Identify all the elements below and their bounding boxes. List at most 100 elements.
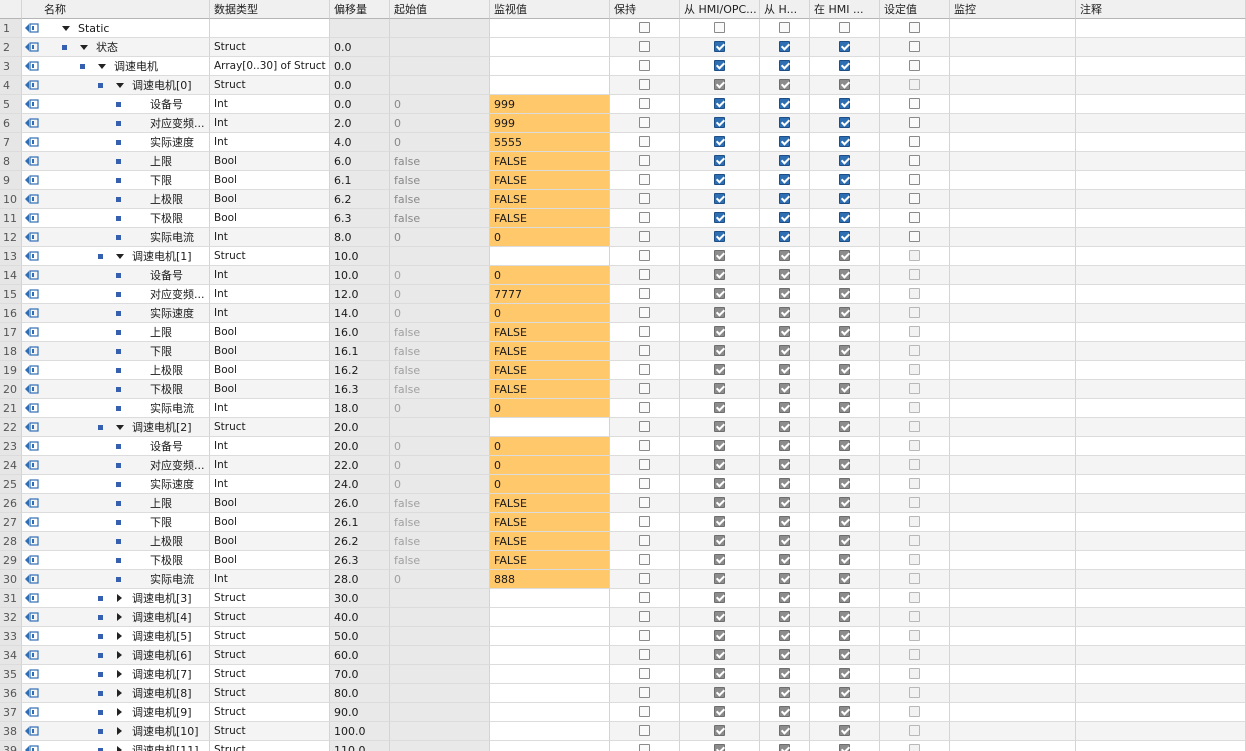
table-row[interactable]: 21 实际电流 Int 18.0 0 0 [0,399,1246,418]
start-value-cell[interactable] [390,247,490,266]
data-type-cell[interactable]: Struct [210,722,330,741]
data-type-cell[interactable]: Struct [210,589,330,608]
hmi-accessible-checkbox[interactable] [714,193,725,204]
setpoint-checkbox[interactable] [909,649,920,660]
setpoint-checkbox[interactable] [909,611,920,622]
table-row[interactable]: 28 上极限 Bool 26.2 false FALSE [0,532,1246,551]
retain-checkbox[interactable] [639,41,650,52]
monitor-value-cell[interactable] [490,608,610,627]
data-type-cell[interactable]: Struct [210,684,330,703]
hmi-visible-checkbox[interactable] [839,497,850,508]
hmi-accessible-checkbox[interactable] [714,497,725,508]
comment-cell[interactable] [1076,171,1246,190]
chevron-right-icon[interactable] [117,594,122,602]
hmi-writable-checkbox[interactable] [779,364,790,375]
hmi-accessible-checkbox[interactable] [714,383,725,394]
start-value-cell[interactable]: 0 [390,304,490,323]
supervision-cell[interactable] [950,703,1076,722]
hmi-accessible-checkbox[interactable] [714,60,725,71]
hmi-visible-checkbox[interactable] [839,630,850,641]
variable-name-cell[interactable]: 调速电机[5] [22,627,210,646]
start-value-cell[interactable]: false [390,532,490,551]
supervision-cell[interactable] [950,646,1076,665]
variable-name-cell[interactable]: 调速电机[10] [22,722,210,741]
monitor-value-cell[interactable]: 0 [490,304,610,323]
start-value-cell[interactable] [390,627,490,646]
header-col-comment[interactable]: 注释 [1076,0,1246,19]
variable-name-cell[interactable]: 调速电机[8] [22,684,210,703]
start-value-cell[interactable] [390,57,490,76]
hmi-accessible-checkbox[interactable] [714,516,725,527]
setpoint-checkbox[interactable] [909,535,920,546]
table-row[interactable]: 18 下限 Bool 16.1 false FALSE [0,342,1246,361]
table-row[interactable]: 22 调速电机[2] Struct 20.0 [0,418,1246,437]
hmi-writable-checkbox[interactable] [779,535,790,546]
variable-name-cell[interactable]: 下限 [22,171,210,190]
monitor-value-cell[interactable]: 888 [490,570,610,589]
supervision-cell[interactable] [950,665,1076,684]
monitor-value-cell[interactable]: FALSE [490,532,610,551]
hmi-accessible-checkbox[interactable] [714,744,725,751]
variable-name-cell[interactable]: 状态 [22,38,210,57]
data-type-cell[interactable]: Bool [210,361,330,380]
variable-name-cell[interactable]: 上极限 [22,361,210,380]
retain-checkbox[interactable] [639,288,650,299]
monitor-value-cell[interactable]: 0 [490,437,610,456]
table-row[interactable]: 19 上极限 Bool 16.2 false FALSE [0,361,1246,380]
hmi-writable-checkbox[interactable] [779,668,790,679]
hmi-writable-checkbox[interactable] [779,554,790,565]
hmi-accessible-checkbox[interactable] [714,440,725,451]
monitor-value-cell[interactable] [490,589,610,608]
data-type-cell[interactable]: Int [210,228,330,247]
variable-name-cell[interactable]: 上限 [22,494,210,513]
hmi-accessible-checkbox[interactable] [714,326,725,337]
supervision-cell[interactable] [950,589,1076,608]
chevron-right-icon[interactable] [117,632,122,640]
setpoint-checkbox[interactable] [909,98,920,109]
setpoint-checkbox[interactable] [909,421,920,432]
table-row[interactable]: 5 设备号 Int 0.0 0 999 [0,95,1246,114]
setpoint-checkbox[interactable] [909,231,920,242]
comment-cell[interactable] [1076,285,1246,304]
hmi-accessible-checkbox[interactable] [714,611,725,622]
chevron-right-icon[interactable] [117,651,122,659]
supervision-cell[interactable] [950,608,1076,627]
start-value-cell[interactable]: 0 [390,570,490,589]
hmi-accessible-checkbox[interactable] [714,535,725,546]
table-row[interactable]: 17 上限 Bool 16.0 false FALSE [0,323,1246,342]
setpoint-checkbox[interactable] [909,41,920,52]
comment-cell[interactable] [1076,551,1246,570]
hmi-writable-checkbox[interactable] [779,326,790,337]
hmi-visible-checkbox[interactable] [839,744,850,751]
variable-name-cell[interactable]: 下极限 [22,380,210,399]
supervision-cell[interactable] [950,209,1076,228]
variable-name-cell[interactable]: 下限 [22,513,210,532]
retain-checkbox[interactable] [639,706,650,717]
hmi-accessible-checkbox[interactable] [714,174,725,185]
data-type-cell[interactable]: Int [210,133,330,152]
chevron-down-icon[interactable] [80,45,88,50]
retain-checkbox[interactable] [639,573,650,584]
start-value-cell[interactable]: 0 [390,228,490,247]
variable-name-cell[interactable]: 上极限 [22,190,210,209]
hmi-writable-checkbox[interactable] [779,725,790,736]
data-type-cell[interactable]: Int [210,114,330,133]
supervision-cell[interactable] [950,475,1076,494]
start-value-cell[interactable] [390,38,490,57]
hmi-writable-checkbox[interactable] [779,345,790,356]
hmi-visible-checkbox[interactable] [839,288,850,299]
retain-checkbox[interactable] [639,383,650,394]
hmi-accessible-checkbox[interactable] [714,155,725,166]
data-type-cell[interactable]: Bool [210,323,330,342]
table-row[interactable]: 35 调速电机[7] Struct 70.0 [0,665,1246,684]
retain-checkbox[interactable] [639,345,650,356]
monitor-value-cell[interactable] [490,38,610,57]
supervision-cell[interactable] [950,627,1076,646]
monitor-value-cell[interactable] [490,57,610,76]
setpoint-checkbox[interactable] [909,592,920,603]
variable-name-cell[interactable]: Static [22,19,210,38]
hmi-visible-checkbox[interactable] [839,402,850,413]
retain-checkbox[interactable] [639,459,650,470]
supervision-cell[interactable] [950,361,1076,380]
data-type-cell[interactable] [210,19,330,38]
